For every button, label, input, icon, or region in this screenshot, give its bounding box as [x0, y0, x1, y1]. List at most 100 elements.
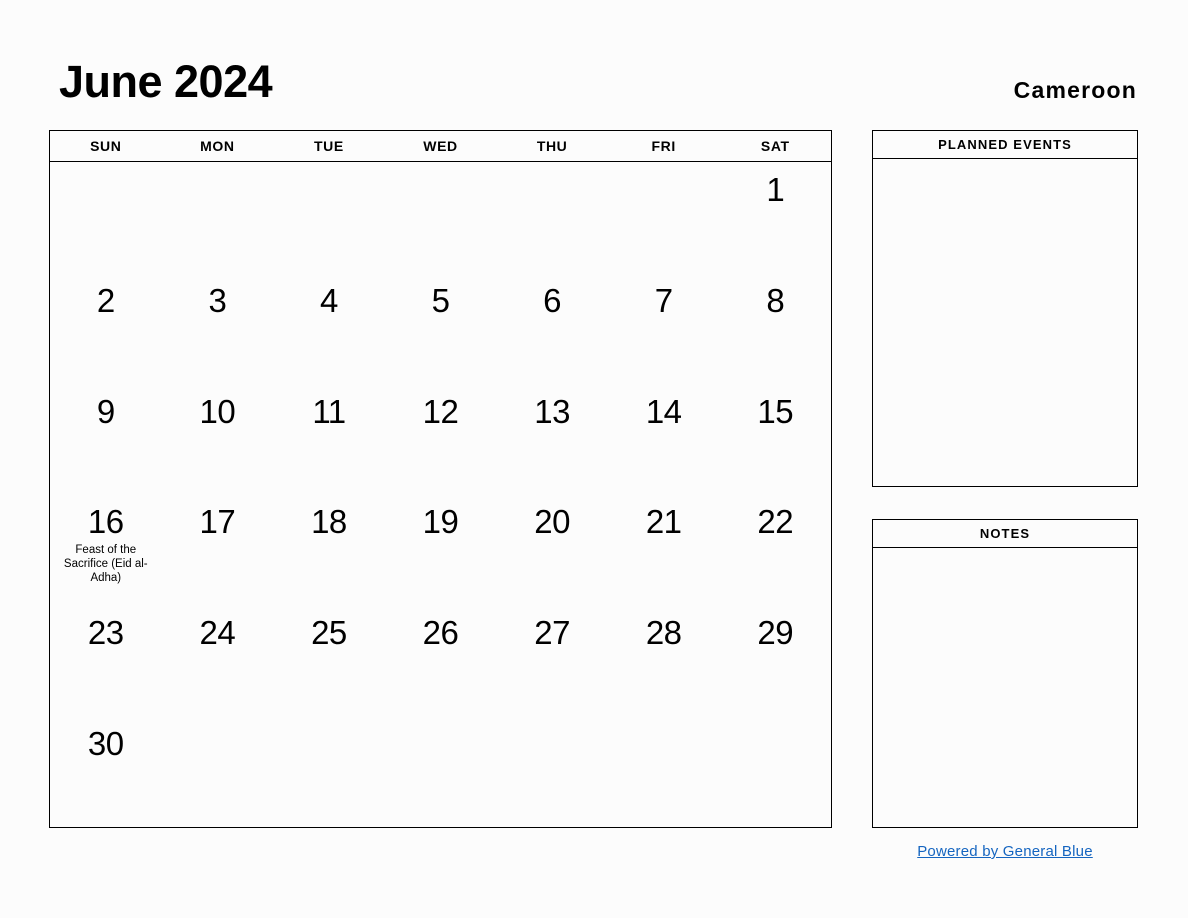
day-cell-10[interactable]: 10 [162, 384, 274, 495]
weekday-label-sun: SUN [90, 138, 122, 154]
day-cell-28[interactable]: 28 [608, 605, 720, 716]
day-cell-30[interactable]: 30 [50, 716, 162, 827]
day-cell-20[interactable]: 20 [496, 494, 608, 605]
day-number: 27 [534, 614, 570, 652]
day-cell-27[interactable]: 27 [496, 605, 608, 716]
day-cell-empty [162, 716, 274, 827]
weekday-label-mon: MON [200, 138, 235, 154]
day-number: 20 [534, 503, 570, 541]
page-header: June 2024 Cameroon [0, 0, 1188, 128]
powered-by-link[interactable]: Powered by General Blue [872, 843, 1138, 860]
day-cell-2[interactable]: 2 [50, 273, 162, 384]
day-number: 8 [766, 281, 785, 319]
day-number: 28 [645, 614, 682, 652]
day-number: 15 [757, 392, 794, 430]
day-number: 9 [96, 392, 115, 430]
day-number: 25 [311, 614, 347, 652]
calendar-week-row: 16 Feast of the Sacrifice (Eid al-Adha) 17… [50, 494, 831, 605]
day-number: 7 [654, 281, 673, 319]
day-cell-12[interactable]: 12 [385, 384, 497, 495]
day-cell-empty [385, 716, 497, 827]
day-cell-empty [50, 162, 162, 273]
weekday-label-thu: THU [536, 138, 568, 154]
day-cell-empty [385, 162, 497, 273]
day-cell-23[interactable]: 23 [50, 605, 162, 716]
day-number: 22 [757, 503, 794, 541]
day-number: 29 [757, 614, 794, 652]
day-cell-8[interactable]: 8 [719, 273, 831, 384]
day-cell-13[interactable]: 13 [496, 384, 608, 495]
day-number: 16 [87, 503, 124, 541]
country-label: Cameroon [1013, 77, 1137, 103]
calendar-week-row: 30 [50, 716, 831, 827]
day-cell-empty [719, 716, 831, 827]
day-cell-3[interactable]: 3 [162, 273, 274, 384]
day-number: 24 [199, 614, 236, 652]
planned-events-body[interactable] [873, 159, 1137, 486]
day-number: 1 [766, 171, 785, 208]
weekday-label-wed: WED [423, 138, 458, 154]
day-number: 14 [645, 392, 682, 430]
calendar-week-row: 2 3 4 5 6 7 8 [50, 273, 831, 384]
calendar-week-row: 23 24 25 26 27 28 29 [50, 605, 831, 716]
day-number: 11 [312, 392, 346, 430]
day-number: 17 [199, 503, 236, 541]
notes-panel: NOTES [872, 519, 1138, 828]
planned-events-title: PLANNED EVENTS [873, 131, 1137, 159]
day-cell-18[interactable]: 18 [273, 494, 385, 605]
day-number: 6 [543, 281, 562, 319]
day-number: 21 [645, 503, 682, 541]
day-number: 13 [534, 392, 570, 430]
day-cell-5[interactable]: 5 [385, 273, 497, 384]
weekday-label-fri: FRI [651, 138, 676, 154]
day-cell-empty [496, 716, 608, 827]
day-number: 12 [422, 392, 459, 430]
day-cell-11[interactable]: 11 [273, 384, 385, 495]
calendar-week-row: 1 [50, 162, 831, 273]
day-cell-empty [608, 162, 720, 273]
day-cell-22[interactable]: 22 [719, 494, 831, 605]
day-cell-7[interactable]: 7 [608, 273, 720, 384]
calendar-weeks: 1 2 3 4 5 6 7 8 9 10 11 12 13 14 15 16 Feast of the Sacr… [50, 162, 831, 827]
day-number: 2 [96, 281, 115, 319]
notes-body[interactable] [873, 548, 1137, 827]
day-cell-empty [496, 162, 608, 273]
planned-events-panel: PLANNED EVENTS [872, 130, 1138, 487]
day-event-label: Feast of the Sacrifice (Eid al-Adha) [63, 544, 148, 585]
day-cell-26[interactable]: 26 [385, 605, 497, 716]
day-cell-21[interactable]: 21 [608, 494, 720, 605]
day-number: 3 [208, 281, 227, 319]
day-cell-29[interactable]: 29 [719, 605, 831, 716]
day-number: 5 [431, 281, 450, 319]
day-cell-empty [273, 162, 385, 273]
day-cell-19[interactable]: 19 [385, 494, 497, 605]
day-cell-4[interactable]: 4 [273, 273, 385, 384]
day-cell-1[interactable]: 1 [719, 162, 831, 273]
day-number: 18 [311, 503, 347, 541]
day-cell-24[interactable]: 24 [162, 605, 274, 716]
day-cell-14[interactable]: 14 [608, 384, 720, 495]
day-number: 19 [422, 503, 459, 541]
day-cell-16[interactable]: 16 Feast of the Sacrifice (Eid al-Adha) [50, 494, 162, 605]
day-cell-empty [608, 716, 720, 827]
day-cell-25[interactable]: 25 [273, 605, 385, 716]
weekday-header-row: SUN MON TUE WED THU FRI SAT [50, 131, 831, 162]
day-cell-15[interactable]: 15 [719, 384, 831, 495]
day-cell-9[interactable]: 9 [50, 384, 162, 495]
page-title: June 2024 [59, 56, 273, 107]
weekday-label-tue: TUE [314, 138, 344, 154]
calendar-week-row: 9 10 11 12 13 14 15 [50, 384, 831, 495]
day-cell-empty [273, 716, 385, 827]
calendar-page: June 2024 Cameroon SUN MON TUE WED THU FRI SAT… [0, 0, 1188, 918]
notes-title: NOTES [873, 520, 1137, 548]
day-number: 23 [87, 614, 124, 652]
day-number: 26 [422, 614, 459, 652]
day-number: 4 [320, 281, 338, 319]
day-number: 30 [87, 725, 124, 763]
calendar-grid: SUN MON TUE WED THU FRI SAT 1 2 3 4 5 6 7 8 9 10 11 12 13 1… [49, 130, 832, 828]
day-number: 10 [199, 392, 236, 430]
weekday-label-sat: SAT [760, 138, 790, 154]
day-cell-empty [162, 162, 274, 273]
day-cell-17[interactable]: 17 [162, 494, 274, 605]
day-cell-6[interactable]: 6 [496, 273, 608, 384]
